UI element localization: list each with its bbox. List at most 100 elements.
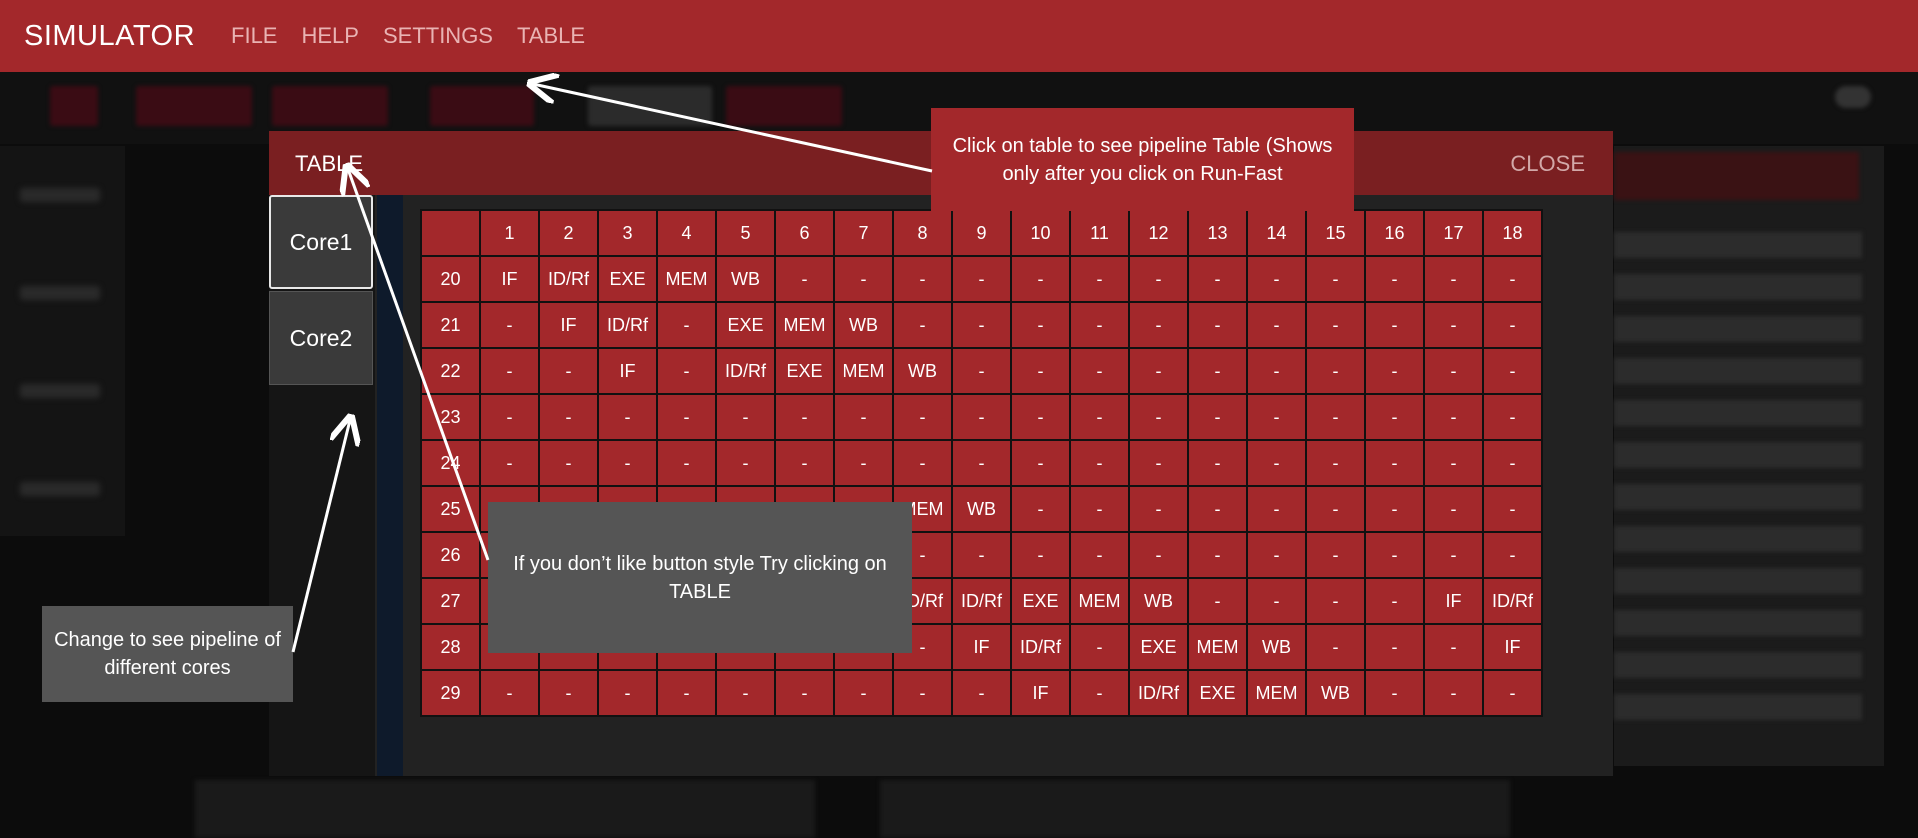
table-cell: MEM: [656, 255, 717, 303]
table-cell: -: [892, 393, 953, 441]
table-cell: -: [1482, 347, 1543, 395]
table-cell: EXE: [1128, 623, 1189, 671]
table-cell: -: [1069, 393, 1130, 441]
table-cell: ID/Rf: [1128, 669, 1189, 717]
table-cell: -: [1128, 531, 1189, 579]
background-row: [1614, 316, 1862, 342]
column-header: 11: [1069, 209, 1130, 257]
table-cell: -: [656, 393, 717, 441]
background-bottom-panel: [880, 780, 1510, 838]
row-label: 26: [420, 531, 481, 579]
table-header-row: 1 2 3 4 5 6 7 8 9 10 11 12 13 14 15 16 17 18: [420, 209, 1543, 257]
table-cell: -: [1423, 347, 1484, 395]
background-row: [1614, 232, 1862, 258]
table-cell: -: [1187, 255, 1248, 303]
column-header: 6: [774, 209, 835, 257]
table-cell: -: [1246, 531, 1307, 579]
table-cell: -: [951, 301, 1012, 349]
row-label: 21: [420, 301, 481, 349]
column-header: 17: [1423, 209, 1484, 257]
menu-file[interactable]: FILE: [231, 23, 277, 49]
table-cell: WB: [1128, 577, 1189, 625]
modal-title[interactable]: TABLE: [295, 151, 363, 177]
table-cell: -: [774, 669, 835, 717]
background-button: [50, 86, 98, 126]
table-cell: -: [1423, 669, 1484, 717]
table-cell: WB: [715, 255, 776, 303]
table-cell: WB: [833, 301, 894, 349]
table-cell: -: [1128, 301, 1189, 349]
table-cell: -: [774, 439, 835, 487]
menu-help[interactable]: HELP: [301, 23, 358, 49]
background-row: [1614, 694, 1862, 720]
table-cell: -: [1187, 347, 1248, 395]
column-header: 1: [479, 209, 540, 257]
table-cell: -: [1128, 393, 1189, 441]
table-cell: -: [774, 255, 835, 303]
background-right-header: [1614, 152, 1859, 200]
background-bottom-panel: [195, 780, 815, 838]
table-cell: -: [1364, 669, 1425, 717]
table-cell: -: [597, 669, 658, 717]
table-cell: -: [656, 301, 717, 349]
app-brand: SIMULATOR: [24, 19, 196, 52]
core1-button[interactable]: Core1: [269, 195, 373, 289]
table-cell: -: [715, 669, 776, 717]
background-sidebar: [0, 146, 125, 536]
table-row: 29- - - - - - - - - IF - ID/Rf EXE MEM WB - - -: [420, 669, 1543, 717]
table-cell: -: [1010, 531, 1071, 579]
table-cell: -: [1364, 393, 1425, 441]
table-cell: -: [656, 347, 717, 395]
table-cell: -: [1305, 485, 1366, 533]
table-cell: IF: [951, 623, 1012, 671]
table-cell: -: [1010, 393, 1071, 441]
table-cell: EXE: [1010, 577, 1071, 625]
background-row: [1614, 610, 1862, 636]
table-cell: -: [1482, 255, 1543, 303]
table-row: 21- IF ID/Rf - EXE MEM WB - - - - - - - - - - -: [420, 301, 1543, 349]
table-cell: -: [1364, 301, 1425, 349]
table-cell: -: [1246, 255, 1307, 303]
table-cell: WB: [1305, 669, 1366, 717]
table-cell: -: [892, 255, 953, 303]
table-cell: IF: [1423, 577, 1484, 625]
table-cell: IF: [1482, 623, 1543, 671]
table-cell: -: [1423, 439, 1484, 487]
row-label: 29: [420, 669, 481, 717]
column-header: 10: [1010, 209, 1071, 257]
table-row: 24- - - - - - - - - - - - - - - - - -: [420, 439, 1543, 487]
table-cell: -: [1010, 255, 1071, 303]
table-cell: -: [1364, 577, 1425, 625]
row-label: 28: [420, 623, 481, 671]
table-cell: -: [1187, 393, 1248, 441]
table-cell: -: [951, 393, 1012, 441]
table-cell: -: [538, 439, 599, 487]
background-button: [430, 86, 534, 126]
tooltip-table-menu: Click on table to see pipeline Table (Sh…: [931, 108, 1354, 211]
menu-table[interactable]: TABLE: [517, 23, 585, 49]
table-cell: -: [1364, 531, 1425, 579]
table-cell: -: [833, 393, 894, 441]
background-row: [1614, 484, 1862, 510]
table-cell: EXE: [597, 255, 658, 303]
table-cell: -: [1128, 347, 1189, 395]
core2-button[interactable]: Core2: [269, 291, 373, 385]
table-cell: EXE: [715, 301, 776, 349]
table-cell: -: [1364, 623, 1425, 671]
table-cell: -: [1187, 439, 1248, 487]
table-cell: WB: [1246, 623, 1307, 671]
table-cell: -: [1305, 439, 1366, 487]
table-cell: -: [1246, 577, 1307, 625]
column-header: 18: [1482, 209, 1543, 257]
menu-settings[interactable]: SETTINGS: [383, 23, 493, 49]
table-cell: -: [479, 439, 540, 487]
table-cell: ID/Rf: [1010, 623, 1071, 671]
table-cell: MEM: [1069, 577, 1130, 625]
table-cell: -: [774, 393, 835, 441]
background-row: [1614, 358, 1862, 384]
close-button[interactable]: CLOSE: [1510, 151, 1585, 177]
background-sidebar-item: [20, 482, 100, 496]
table-cell: -: [1482, 393, 1543, 441]
table-cell: -: [1010, 485, 1071, 533]
row-label: 24: [420, 439, 481, 487]
